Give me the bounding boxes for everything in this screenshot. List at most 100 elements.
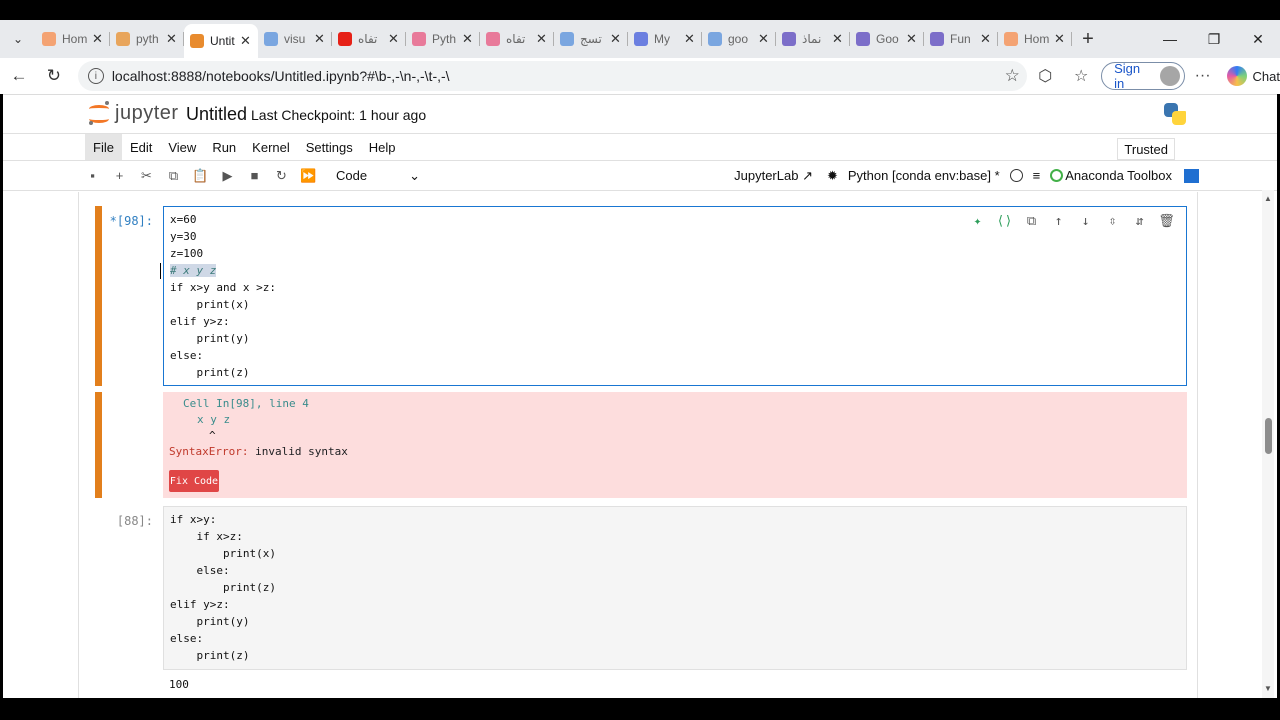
- duplicate-cell-icon[interactable]: ⧉: [1018, 211, 1045, 231]
- browser-tab[interactable]: تفاه ✕: [332, 24, 406, 54]
- tab-close-icon[interactable]: ✕: [832, 31, 844, 47]
- tab-close-icon[interactable]: ✕: [462, 31, 474, 47]
- jupyter-page: jupyter Untitled Last Checkpoint: 1 hour…: [3, 94, 1277, 698]
- site-info-icon[interactable]: i: [87, 68, 104, 84]
- page-scrollbar[interactable]: ▲ ▼: [1262, 190, 1274, 698]
- screen-bottom-border: [0, 698, 1280, 720]
- menu-settings[interactable]: Settings: [298, 134, 361, 160]
- toolbox-panel-icon[interactable]: [1184, 168, 1199, 183]
- jupyter-logo[interactable]: jupyter: [89, 101, 179, 125]
- cell-toolbar: ✦ ⟨⟩ ⧉ ↑ ↓ ⇳ ⇵ 🗑: [964, 211, 1180, 231]
- restore-icon[interactable]: ❐: [1192, 20, 1236, 58]
- ai-sparkle-icon[interactable]: ✦: [964, 211, 991, 231]
- url-field[interactable]: i localhost:8888/notebooks/Untitled.ipyn…: [77, 61, 1028, 91]
- new-tab-button[interactable]: +: [1072, 20, 1104, 58]
- tab-label: Hom: [1024, 32, 1050, 46]
- browser-tab[interactable]: Untit ✕: [184, 24, 258, 58]
- tab-favicon-icon: [560, 32, 574, 46]
- scroll-down-icon[interactable]: ▼: [1264, 684, 1272, 693]
- browser-tab[interactable]: Goo ✕: [850, 24, 924, 54]
- menu-view[interactable]: View: [160, 134, 204, 160]
- browser-tab[interactable]: visu ✕: [258, 24, 332, 54]
- tab-favicon-icon: [42, 32, 56, 46]
- browser-tab[interactable]: تسج ✕: [554, 24, 628, 54]
- reload-button[interactable]: ↻: [38, 60, 70, 92]
- tab-close-icon[interactable]: ✕: [684, 31, 696, 47]
- delete-cell-icon[interactable]: 🗑: [1153, 211, 1180, 231]
- sign-in-button[interactable]: Sign in: [1101, 61, 1185, 91]
- minimize-icon[interactable]: —: [1148, 20, 1192, 58]
- fix-code-button[interactable]: Fix Code: [169, 470, 219, 492]
- insert-below-icon[interactable]: ⇵: [1126, 211, 1153, 231]
- browser-tab[interactable]: My ✕: [628, 24, 702, 54]
- cut-icon[interactable]: ✂: [133, 162, 160, 190]
- menu-help[interactable]: Help: [361, 134, 404, 160]
- hamburger-icon[interactable]: ≡: [1033, 168, 1041, 183]
- browser-tab[interactable]: pyth ✕: [110, 24, 184, 54]
- copilot-chat-button[interactable]: Chat: [1226, 66, 1280, 86]
- tab-close-icon[interactable]: ✕: [166, 31, 178, 47]
- tab-close-icon[interactable]: ✕: [1054, 31, 1066, 47]
- code-line-9: else:: [170, 349, 204, 362]
- tab-close-icon[interactable]: ✕: [92, 31, 104, 47]
- code-line-8: print(y): [170, 332, 250, 345]
- tab-label: Untit: [210, 34, 235, 48]
- browser-tab[interactable]: تفاه ✕: [480, 24, 554, 54]
- browser-tab[interactable]: Pyth ✕: [406, 24, 480, 54]
- copilot-icon: [1226, 66, 1247, 86]
- tab-actions-menu-icon[interactable]: ⌄: [0, 20, 36, 58]
- scroll-up-icon[interactable]: ▲: [1264, 194, 1272, 203]
- screen-top-border: [0, 0, 1280, 20]
- browser-tab[interactable]: Hom ✕: [998, 24, 1072, 54]
- run-all-icon[interactable]: ⏩: [295, 162, 322, 190]
- insert-above-icon[interactable]: ⇳: [1099, 211, 1126, 231]
- trusted-indicator[interactable]: Trusted: [1117, 138, 1175, 160]
- tab-close-icon[interactable]: ✕: [240, 33, 252, 49]
- tab-close-icon[interactable]: ✕: [388, 31, 400, 47]
- favorite-star-icon[interactable]: ☆: [997, 66, 1027, 86]
- avatar: [1159, 66, 1180, 86]
- tab-close-icon[interactable]: ✕: [906, 31, 918, 47]
- code-editor-cell-1[interactable]: x=60 y=30 z=100 # x y z if x>y and x >z:…: [163, 206, 1187, 386]
- tab-close-icon[interactable]: ✕: [536, 31, 548, 47]
- paste-icon[interactable]: 📋: [187, 162, 214, 190]
- browser-tab[interactable]: goo ✕: [702, 24, 776, 54]
- browser-tab[interactable]: Fun ✕: [924, 24, 998, 54]
- extensions-icon[interactable]: ⬡: [1027, 66, 1063, 86]
- scroll-thumb[interactable]: [1265, 418, 1272, 454]
- move-down-icon[interactable]: ↓: [1072, 211, 1099, 231]
- favorites-icon[interactable]: ☆: [1063, 66, 1099, 86]
- menu-run[interactable]: Run: [204, 134, 244, 160]
- tab-close-icon[interactable]: ✕: [314, 31, 326, 47]
- code-editor-cell-2[interactable]: if x>y: if x>z: print(x) else: print(z) …: [163, 506, 1187, 670]
- kernel-status-icon: [1009, 169, 1023, 182]
- stop-icon[interactable]: ■: [241, 162, 268, 190]
- tab-close-icon[interactable]: ✕: [758, 31, 770, 47]
- cell-type-select[interactable]: Code ⌄: [336, 168, 420, 184]
- tab-label: تسج: [580, 32, 602, 46]
- copy-icon[interactable]: ⧉: [160, 162, 187, 190]
- tab-close-icon[interactable]: ✕: [610, 31, 622, 47]
- menu-edit[interactable]: Edit: [122, 134, 160, 160]
- anaconda-toolbox-button[interactable]: Anaconda Toolbox: [1050, 168, 1172, 183]
- close-window-icon[interactable]: ✕: [1236, 20, 1280, 58]
- more-menu-icon[interactable]: ···: [1185, 67, 1221, 85]
- save-icon[interactable]: ▪: [79, 162, 106, 190]
- back-button[interactable]: ←: [3, 60, 35, 92]
- notebook-title[interactable]: Untitled: [186, 104, 247, 125]
- browser-tab[interactable]: نماذ ✕: [776, 24, 850, 54]
- menu-kernel[interactable]: Kernel: [244, 134, 298, 160]
- tab-close-icon[interactable]: ✕: [980, 31, 992, 47]
- kernel-name[interactable]: Python [conda env:base] *: [848, 168, 1000, 183]
- insert-cell-icon[interactable]: +: [106, 162, 133, 190]
- menu-file[interactable]: File: [85, 134, 122, 160]
- code-line: else:: [170, 564, 230, 577]
- restart-icon[interactable]: ↻: [268, 162, 295, 190]
- browser-tab[interactable]: Hom ✕: [36, 24, 110, 54]
- debugger-icon[interactable]: ✹: [827, 168, 838, 184]
- format-code-icon[interactable]: ⟨⟩: [991, 211, 1018, 231]
- run-icon[interactable]: ▶: [214, 162, 241, 190]
- move-up-icon[interactable]: ↑: [1045, 211, 1072, 231]
- jupyterlab-link[interactable]: JupyterLab ↗: [734, 168, 813, 184]
- code-line: print(y): [170, 615, 250, 628]
